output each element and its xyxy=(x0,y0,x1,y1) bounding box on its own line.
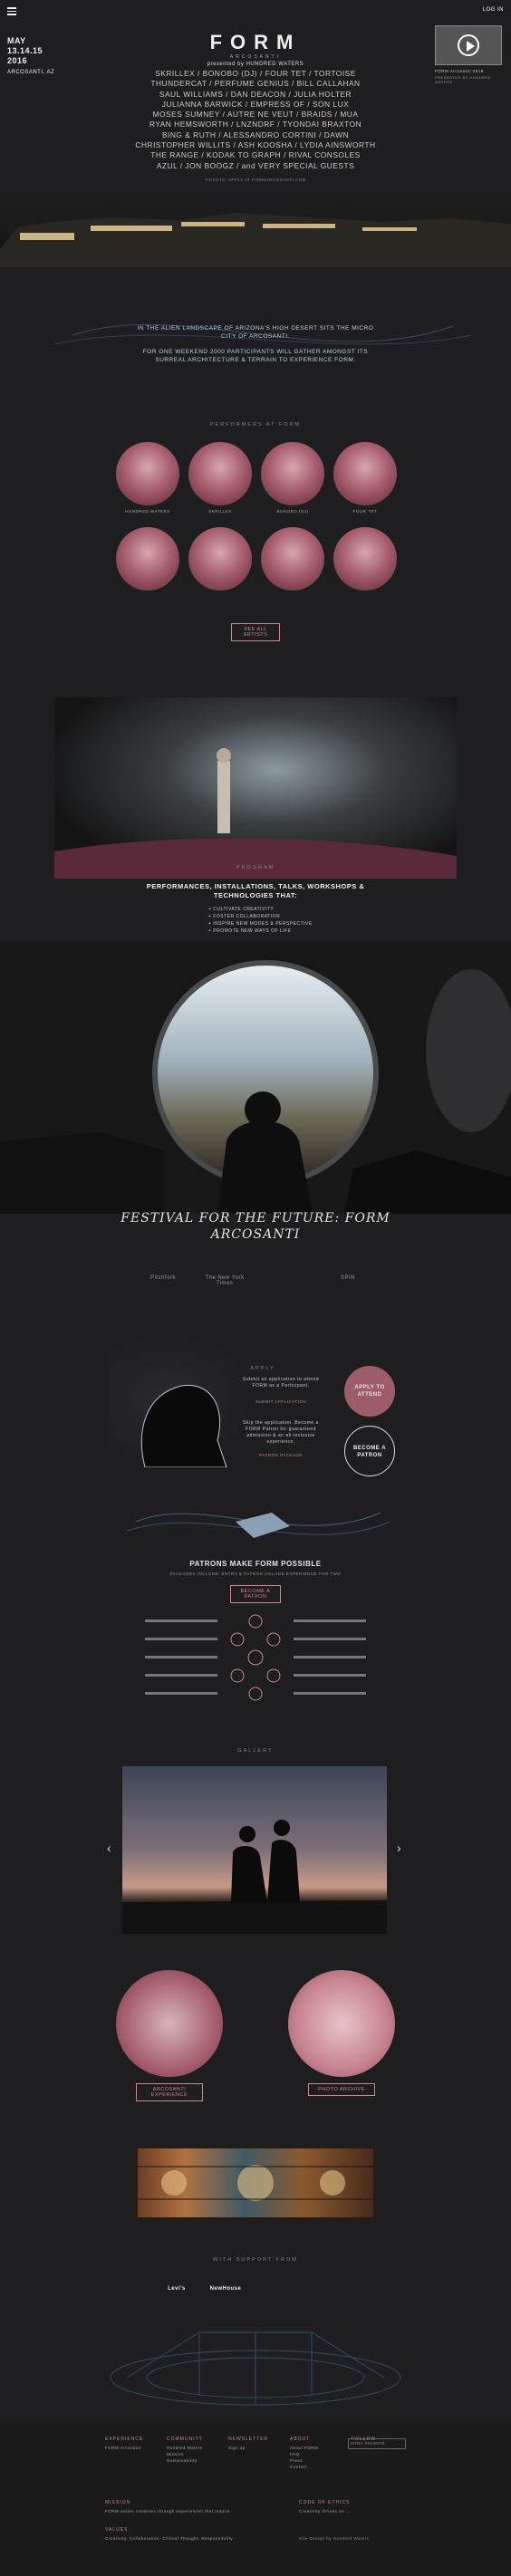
footer-col-heading: EXPERIENCE xyxy=(105,2437,144,2442)
apply-text-1: Submit an application to attend FORM as … xyxy=(242,1377,320,1389)
program-item: + FOSTER COLLABORATION xyxy=(208,914,281,919)
performer-name: FOUR TET xyxy=(352,509,378,514)
program-list: + CULTIVATE CREATIVITY + FOSTER COLLABORA… xyxy=(208,906,335,935)
performer-photo[interactable] xyxy=(116,442,179,505)
patrons-button[interactable]: BECOME A PATRON xyxy=(230,1585,281,1603)
lineup-line: AZUL / JON BOOGZ / and VERY SPECIAL GUES… xyxy=(156,160,355,170)
lineup-line: SKRILLEX / BONOBO (DJ) / FOUR TET / TORT… xyxy=(155,69,356,78)
program-item: + PROMOTE NEW WAYS OF LIFE xyxy=(208,928,292,934)
gallery-label: GALLERY xyxy=(237,1748,274,1754)
stage-photo xyxy=(54,697,457,879)
footer-col-heading: COMMUNITY xyxy=(167,2437,203,2442)
footer-link[interactable]: Sustainability xyxy=(167,2458,198,2463)
experience-card-button[interactable]: ARCOSANTI EXPERIENCE xyxy=(136,2083,203,2101)
apply-circle-button[interactable]: APPLY TO ATTEND xyxy=(344,1366,395,1417)
hamburger-icon xyxy=(7,7,16,9)
performer-name: SKRILLEX xyxy=(208,509,232,514)
values-heading: VALUES xyxy=(105,2527,129,2533)
patrons-sub: PACKAGES INCLUDE: ENTRY & PATRON VILLAGE… xyxy=(169,1572,342,1576)
performer-photo[interactable] xyxy=(333,527,397,591)
gallery-prev-arrow[interactable]: ‹ xyxy=(107,1841,111,1855)
code-heading: CODE OF ETHICS xyxy=(299,2500,351,2505)
patron-benefits-diagram xyxy=(136,1603,375,1712)
archive-card-image[interactable] xyxy=(288,1970,395,2077)
lineup: SKRILLEX / BONOBO (DJ) / FOUR TET / TORT… xyxy=(91,69,420,171)
apply-link-2[interactable]: PATRON PACKAGE xyxy=(236,1453,326,1457)
performer-photo[interactable] xyxy=(188,442,252,505)
support-title: WITH SUPPORT FROM xyxy=(213,2257,298,2263)
lineup-line: BING & RUTH / ALESSANDRO CORTINI / DAWN xyxy=(161,130,350,139)
footer-search-input[interactable]: enter keyword xyxy=(348,2438,406,2449)
performer-name: BONOBO (DJ) xyxy=(276,509,309,514)
program-label: PROGRAM xyxy=(236,865,275,870)
mission-text: FORM unites creatives through experience… xyxy=(105,2509,232,2514)
program-item: + CULTIVATE CREATIVITY xyxy=(208,907,275,912)
patrons-title: PATRONS MAKE FORM POSSIBLE xyxy=(189,1560,322,1568)
lineup-line: SAUL WILLIAMS / DAN DEACON / JULIA HOLTE… xyxy=(159,89,352,99)
footer-link[interactable]: FAQ xyxy=(290,2452,300,2456)
footer-link[interactable]: Contact xyxy=(290,2465,307,2469)
lineup-line: THE RANGE / KODAK TO GRAPH / RIVAL CONSO… xyxy=(150,150,361,160)
sponsor-logo[interactable]: NewHouse xyxy=(203,2286,248,2292)
code-text: Creativity thrives on ... xyxy=(299,2509,352,2514)
lineup-line: JULIANNA BARWICK / EMPRESS OF / SON LUX xyxy=(161,99,350,109)
performer-photo[interactable] xyxy=(116,527,179,591)
experience-card-image[interactable] xyxy=(116,1970,223,2077)
video-subcaption: PRESENTED BY HUNDRED WATERS xyxy=(435,75,491,84)
footer-col-heading: NEWSLETTER xyxy=(228,2437,269,2442)
apply-link-1[interactable]: SUBMIT APPLICATION xyxy=(236,1399,326,1404)
hero-panorama xyxy=(0,186,511,267)
apply-text-2: Skip the application. Become a FORM Patr… xyxy=(243,1420,319,1445)
site-credit[interactable]: Site Design by Hundred Waters xyxy=(299,2536,426,2541)
intro-text-1: IN THE ALIEN LANDSCAPE OF ARIZONA'S HIGH… xyxy=(137,325,374,340)
performer-photo[interactable] xyxy=(261,527,324,591)
play-icon[interactable] xyxy=(458,34,479,56)
footer-link[interactable]: Hundred Waters xyxy=(167,2446,203,2450)
sponsor-logo[interactable]: Levi's xyxy=(154,2286,199,2292)
press-logo: The New York Times xyxy=(205,1275,245,1286)
performer-photo[interactable] xyxy=(188,527,252,591)
performer-photo[interactable] xyxy=(261,442,324,505)
lineup-line: THUNDERCAT / PERFUME GENIUS / BILL CALLA… xyxy=(150,79,361,89)
quote: FESTIVAL FOR THE FUTURE: FORM ARCOSANTI xyxy=(121,1211,390,1242)
footer-link[interactable]: Sign up xyxy=(228,2446,246,2450)
footer-link[interactable]: FORM Arcosanti xyxy=(105,2446,141,2450)
mural-artwork xyxy=(136,2147,375,2219)
footer xyxy=(0,2420,511,2576)
intro-text-2: FOR ONE WEEKEND 2000 PARTICIPANTS WILL G… xyxy=(142,349,369,363)
mission-heading: MISSION xyxy=(105,2500,131,2505)
lineup-line: CHRISTOPHER WILLITS / ASH KOOSHA / LYDIA… xyxy=(135,140,376,150)
lineup-line: RYAN HEMSWORTH / LNZNDRF / TYONDAI BRAXT… xyxy=(149,120,362,130)
patron-circle-button[interactable]: BECOME A PATRON xyxy=(344,1426,395,1476)
lineup-line: MOSES SUMNEY / AUTRE NE VEUT / BRAIDS / … xyxy=(152,110,359,120)
patrons-graphic xyxy=(118,1485,393,1558)
video-caption: FORM Arcosanti 2016 xyxy=(435,69,484,73)
archive-card-button[interactable]: PHOTO ARCHIVE xyxy=(308,2083,375,2096)
performer-name: HUNDRED WATERS xyxy=(125,509,170,514)
all-artists-button[interactable]: SEE ALL ARTISTS xyxy=(231,623,280,641)
footer-link[interactable]: About FORM xyxy=(290,2446,318,2450)
footer-col-heading: ABOUT xyxy=(290,2437,311,2442)
video-thumbnail[interactable] xyxy=(435,25,502,65)
performer-photo[interactable] xyxy=(333,442,397,505)
press-logo: SPIN xyxy=(340,1275,355,1281)
login-link[interactable]: LOG IN xyxy=(483,7,504,13)
gallery-slide xyxy=(122,1766,387,1934)
lineup-note: TICKETS: APPLY AT FORMARCOSANTI.COM xyxy=(205,178,306,182)
wireframe-graphic xyxy=(91,2323,420,2414)
values-text: Creativity, Collaboration, Critical Thou… xyxy=(105,2536,234,2541)
apply-portrait xyxy=(109,1331,254,1468)
performers-title: PERFORMERS AT FORM xyxy=(209,422,302,428)
program-title: PERFORMANCES, INSTALLATIONS, TALKS, WORK… xyxy=(146,882,365,899)
porthole-photo xyxy=(0,942,511,1214)
gallery-next-arrow[interactable]: › xyxy=(397,1841,401,1855)
menu-button[interactable] xyxy=(7,7,16,17)
press-logo: Pitchfork xyxy=(150,1275,176,1281)
apply-label: APPLY xyxy=(250,1366,275,1371)
program-item: + INSPIRE NEW MODES & PERSPECTIVE xyxy=(208,921,313,927)
footer-link[interactable]: Mission xyxy=(167,2452,184,2456)
footer-link[interactable]: Press xyxy=(290,2458,303,2463)
